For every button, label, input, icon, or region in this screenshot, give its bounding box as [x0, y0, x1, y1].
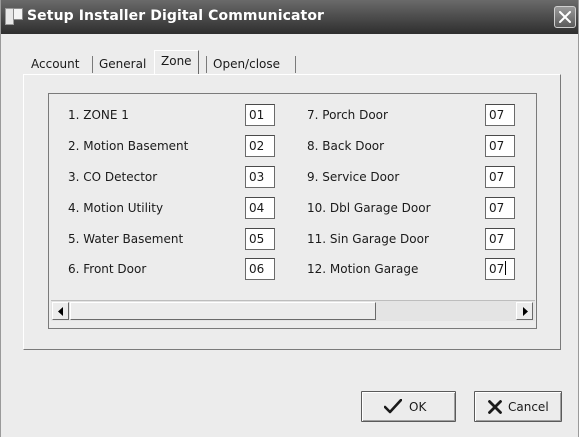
zone-field[interactable]: 01 — [245, 104, 275, 126]
cancel-button[interactable]: Cancel — [474, 391, 562, 422]
scroll-right-button[interactable] — [516, 302, 533, 320]
tab-zone[interactable]: Zone — [154, 50, 199, 75]
window-title: Setup Installer Digital Communicator — [27, 8, 325, 24]
ok-button[interactable]: OK — [361, 391, 456, 422]
zone-field[interactable]: 04 — [245, 197, 275, 219]
zone-label: 7. Porch Door — [307, 108, 388, 122]
setup-window: Setup Installer Digital Communicator Acc… — [0, 0, 579, 437]
zone-field[interactable]: 02 — [245, 135, 275, 157]
zone-field-active[interactable]: 07 — [485, 258, 515, 280]
tab-account[interactable]: Account — [31, 55, 79, 74]
tab-divider — [206, 56, 207, 73]
tab-divider — [295, 56, 296, 73]
zone-label: 1. ZONE 1 — [68, 108, 129, 122]
zone-field[interactable]: 07 — [485, 228, 515, 250]
tab-divider — [92, 56, 93, 73]
zone-field[interactable]: 07 — [485, 197, 515, 219]
zone-field[interactable]: 07 — [485, 135, 515, 157]
zone-field[interactable]: 05 — [245, 228, 275, 250]
zone-label: 2. Motion Basement — [68, 139, 189, 153]
checkmark-icon — [383, 398, 403, 417]
x-icon — [488, 400, 502, 417]
zone-label: 6. Front Door — [68, 262, 147, 276]
tab-open-close[interactable]: Open/close — [213, 55, 280, 74]
zone-label: 10. Dbl Garage Door — [307, 201, 431, 215]
text-caret — [505, 261, 507, 275]
zone-label: 9. Service Door — [307, 170, 400, 184]
zone-label: 8. Back Door — [307, 139, 385, 153]
zone-field[interactable]: 07 — [485, 166, 515, 188]
scrollbar-thumb[interactable] — [70, 302, 376, 320]
app-icon — [5, 8, 23, 25]
zone-label: 12. Motion Garage — [307, 262, 419, 276]
zone-label: 11. Sin Garage Door — [307, 232, 429, 246]
zone-field[interactable]: 06 — [245, 258, 275, 280]
arrow-right-icon — [523, 307, 528, 316]
cancel-label: Cancel — [508, 400, 549, 414]
zone-field-value: 07 — [489, 262, 505, 276]
title-bar[interactable]: Setup Installer Digital Communicator — [1, 0, 578, 34]
scroll-left-button[interactable] — [52, 302, 69, 320]
zone-label: 4. Motion Utility — [68, 201, 164, 215]
zone-label: 5. Water Basement — [68, 232, 184, 246]
horizontal-scrollbar[interactable] — [51, 300, 535, 321]
ok-label: OK — [409, 400, 427, 414]
close-icon — [559, 11, 571, 23]
zone-field[interactable]: 07 — [485, 104, 515, 126]
arrow-left-icon — [58, 307, 63, 316]
zone-label: 3. CO Detector — [68, 170, 158, 184]
zone-field[interactable]: 03 — [245, 166, 275, 188]
tab-general[interactable]: General — [99, 55, 146, 74]
close-button[interactable] — [554, 6, 576, 28]
